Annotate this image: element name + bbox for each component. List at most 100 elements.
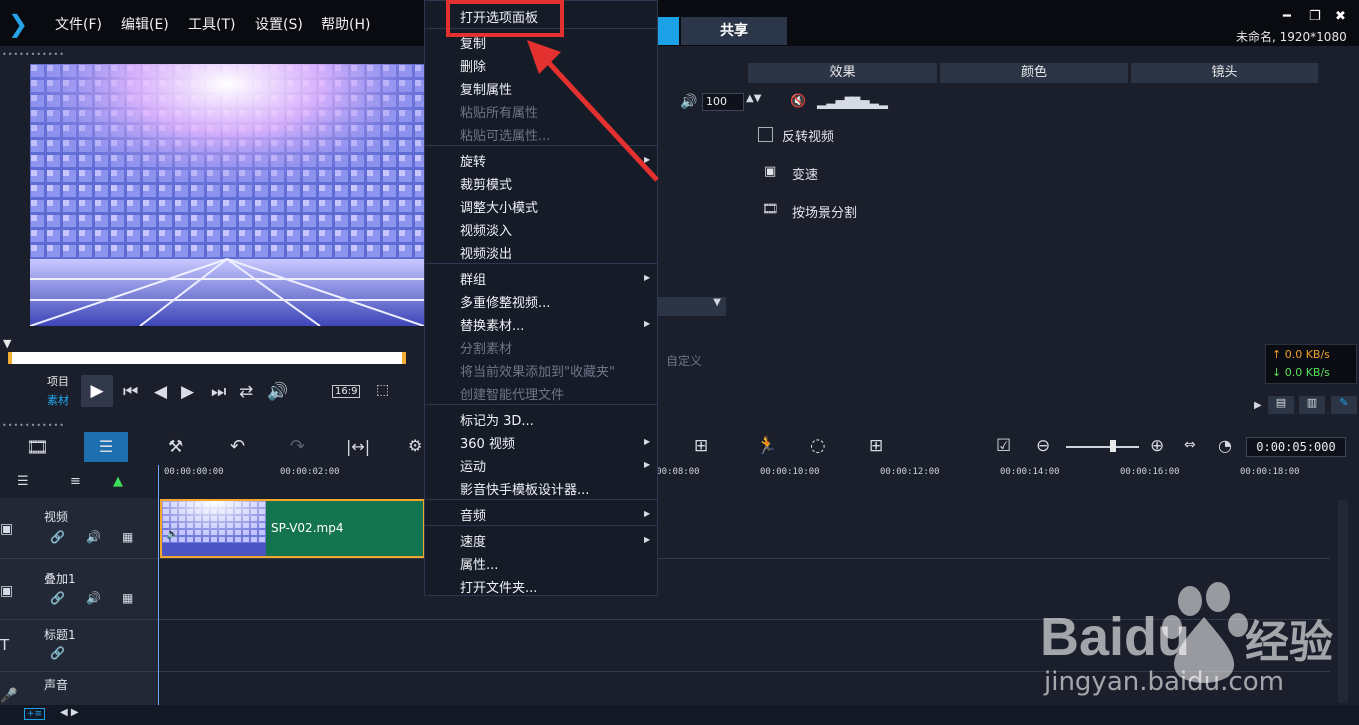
menu-motion[interactable]: 运动 <box>460 456 486 475</box>
trim-bar[interactable] <box>8 352 406 364</box>
restore-icon[interactable]: ❐ <box>1309 9 1321 24</box>
menu-fade-in[interactable]: 视频淡入 <box>460 220 512 239</box>
menu-speed[interactable]: 速度 <box>460 531 486 550</box>
link-icon[interactable]: 🔗 <box>50 646 65 660</box>
tab-color[interactable]: 颜色 <box>940 63 1128 83</box>
mute-icon[interactable]: 🔇 <box>790 94 806 109</box>
tab-share[interactable]: 共享 <box>681 17 787 45</box>
fade-out-icon[interactable]: ▇▅▃▂ <box>851 95 888 109</box>
menu-properties[interactable]: 属性... <box>460 554 498 573</box>
reel-icon[interactable]: ⚙ <box>408 436 422 455</box>
reverse-checkbox[interactable] <box>758 127 773 142</box>
aspect-ratio-select[interactable]: 16:9 <box>332 385 361 398</box>
zoom-slider[interactable] <box>1066 446 1139 448</box>
go-start-icon[interactable]: ⏮ <box>123 382 138 402</box>
timeline-view-icon[interactable]: ☰ <box>84 432 128 462</box>
menu-file[interactable]: 文件(F) <box>55 14 102 34</box>
tools-icon[interactable]: ⚒ <box>168 437 183 457</box>
menu-rotate[interactable]: 旋转 <box>460 151 486 170</box>
mask-icon[interactable]: ▦ <box>122 530 133 544</box>
menu-tools[interactable]: 工具(T) <box>188 14 235 34</box>
minimize-icon[interactable]: ━ <box>1283 9 1291 24</box>
add-track-icon[interactable]: ≡ <box>70 474 81 489</box>
path-icon[interactable]: ◌ <box>810 435 826 456</box>
menu-360-video[interactable]: 360 视频 <box>460 433 515 452</box>
menu-template-designer[interactable]: 影音快手模板设计器... <box>460 479 589 498</box>
zoom-thumb[interactable] <box>1110 440 1116 452</box>
menu-fade-out[interactable]: 视频淡出 <box>460 243 512 262</box>
scene-split-icon[interactable]: 🎞 <box>762 202 779 217</box>
track-voice[interactable]: 声音 <box>44 676 68 693</box>
timeline-grip[interactable]: ••••••••••• <box>2 421 65 430</box>
track-manager-icon[interactable]: ☰ <box>17 474 29 489</box>
menu-resize-mode[interactable]: 调整大小模式 <box>460 197 538 216</box>
speed-change-label[interactable]: 变速 <box>792 164 818 183</box>
baidu-watermark: Baidu 经验 jingyan.baidu.com <box>1040 582 1333 697</box>
menu-edit[interactable]: 编辑(E) <box>121 14 169 34</box>
fit-icon[interactable]: |↔| <box>346 437 370 456</box>
fit-project-icon[interactable]: ⇔ <box>1184 437 1196 453</box>
timecode-field[interactable]: 0:00:05:000 <box>1246 437 1346 457</box>
tick-label: 00:00:00:00 <box>164 467 224 477</box>
repeat-icon[interactable]: ⇄ <box>239 382 253 402</box>
zoom-in-icon[interactable]: ⊕ <box>1150 436 1164 456</box>
link-icon[interactable]: 🔗 <box>50 530 65 544</box>
scrub-handle-icon[interactable]: ▼ <box>3 337 11 350</box>
project-mode-label[interactable]: 项目 <box>47 373 69 389</box>
motion-icon[interactable]: 🏃 <box>756 436 777 456</box>
panel-grip[interactable]: ••••••••••• <box>2 50 65 59</box>
scroll-left-icon[interactable]: ◀ ▶ <box>60 707 79 718</box>
menu-group[interactable]: 群组 <box>460 269 486 288</box>
watermark-cn: 经验 <box>1245 617 1333 668</box>
menu-settings[interactable]: 设置(S) <box>255 14 303 34</box>
volume-input[interactable]: 100 <box>702 93 744 111</box>
expand-icon[interactable]: ▶ <box>1254 400 1262 411</box>
storyboard-icon[interactable]: 🎞 <box>26 437 49 458</box>
scene-split-label[interactable]: 按场景分割 <box>792 202 857 221</box>
marker-icon[interactable]: ☑ <box>996 436 1011 456</box>
track-title[interactable]: 标题1 <box>44 626 76 643</box>
tab-effect[interactable]: 效果 <box>748 63 937 83</box>
add-track-small-icon[interactable]: +≡ <box>24 708 46 720</box>
menu-open-folder[interactable]: 打开文件夹... <box>460 577 537 596</box>
undo-icon[interactable]: ↶ <box>230 436 245 457</box>
ripple-icon[interactable]: ▲ <box>113 474 123 489</box>
next-frame-icon[interactable]: ▶ <box>181 382 194 402</box>
menu-replace-clip[interactable]: 替换素材... <box>460 315 524 334</box>
track-video[interactable]: 视频 <box>44 508 68 525</box>
mask-icon[interactable]: ▦ <box>122 591 133 605</box>
options-dropdown[interactable]: ▼ <box>655 297 726 316</box>
menu-copy-attributes[interactable]: 复制属性 <box>460 79 512 98</box>
track-overlay[interactable]: 叠加1 <box>44 570 76 587</box>
track-icon[interactable]: ⊞ <box>869 436 883 456</box>
dual-view-icon[interactable]: ▥ <box>1299 396 1325 414</box>
menu-mark-3d[interactable]: 标记为 3D... <box>460 410 534 429</box>
mute-track-icon[interactable]: 🔊 <box>86 530 101 544</box>
redo-icon[interactable]: ↷ <box>290 436 305 457</box>
menu-delete[interactable]: 删除 <box>460 56 486 75</box>
tab-lens[interactable]: 镜头 <box>1131 63 1318 83</box>
menu-audio[interactable]: 音频 <box>460 505 486 524</box>
go-end-icon[interactable]: ⏭ <box>211 382 226 402</box>
volume-icon[interactable]: 🔊 <box>267 382 288 402</box>
prev-frame-icon[interactable]: ◀ <box>154 382 167 402</box>
link-icon[interactable]: 🔗 <box>50 591 65 605</box>
mute-track-icon[interactable]: 🔊 <box>86 591 101 605</box>
menu-help[interactable]: 帮助(H) <box>321 14 370 34</box>
grid-icon[interactable]: ⊞ <box>694 436 708 456</box>
menu-multi-trim[interactable]: 多重修整视频... <box>460 292 550 311</box>
menu-crop-mode[interactable]: 裁剪模式 <box>460 174 512 193</box>
volume-spin-icon[interactable]: ▲▼ <box>746 93 761 104</box>
speed-icon[interactable]: ▣ <box>764 164 776 179</box>
close-icon[interactable]: ✖ <box>1335 9 1346 24</box>
submenu-arrow-icon: ▶ <box>644 437 651 446</box>
reverse-video-label[interactable]: 反转视频 <box>782 126 834 145</box>
clip-mode-label[interactable]: 素材 <box>47 392 69 408</box>
edit-icon[interactable]: ✎ <box>1331 396 1357 414</box>
layout-icon[interactable]: ▤ <box>1268 396 1294 414</box>
crop-icon[interactable]: ⬚ <box>376 382 389 398</box>
playhead[interactable] <box>158 465 159 725</box>
zoom-out-icon[interactable]: ⊖ <box>1036 436 1050 456</box>
fade-in-icon[interactable]: ▂▃▅▇ <box>817 95 854 109</box>
play-button[interactable]: ▶ <box>81 375 113 407</box>
